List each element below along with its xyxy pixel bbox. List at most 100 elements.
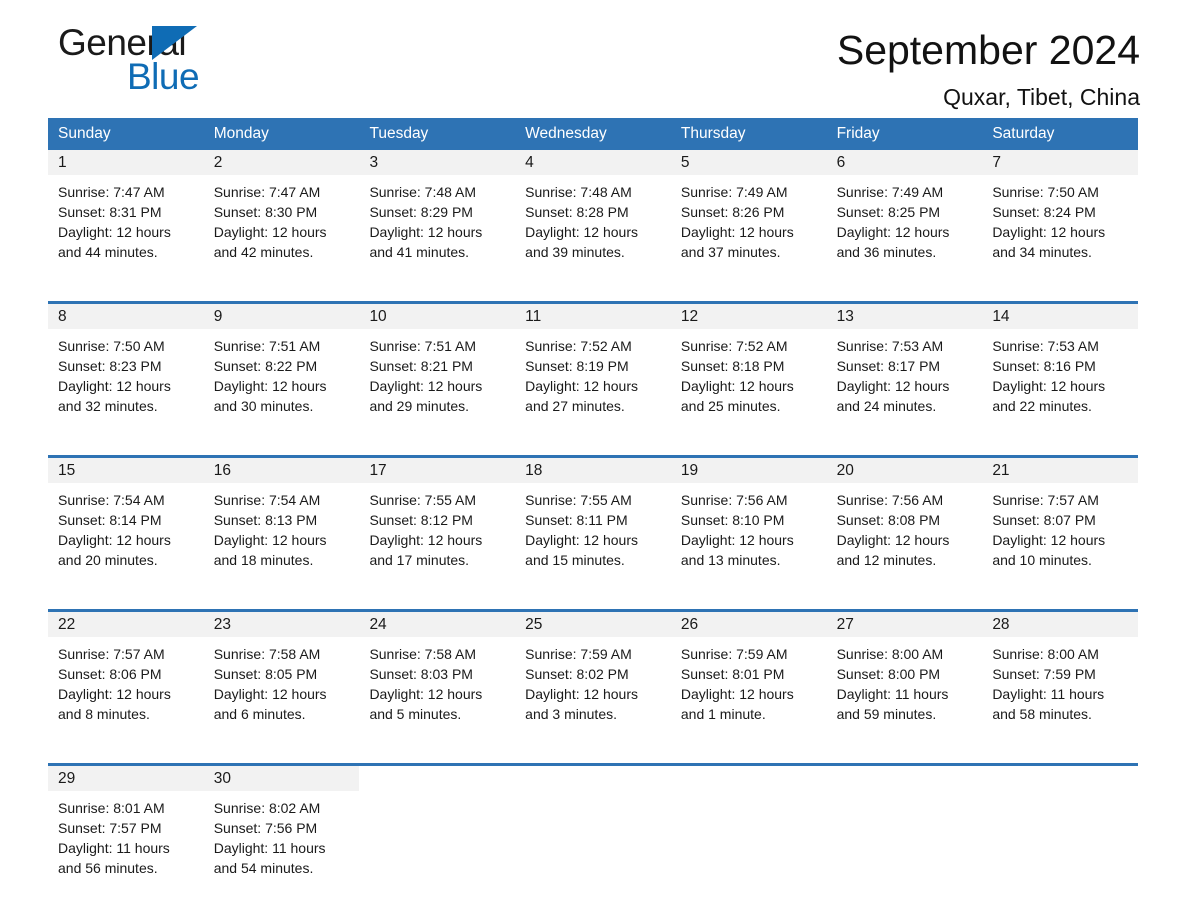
daylight-text: Daylight: 12 hours and 25 minutes.: [680, 378, 794, 414]
daylight-text: Daylight: 12 hours and 6 minutes.: [213, 686, 327, 722]
day-cell[interactable]: 30 Sunrise: 8:02 AM Sunset: 7:56 PM Dayl…: [203, 766, 360, 890]
day-cell[interactable]: 9 Sunrise: 7:51 AM Sunset: 8:22 PM Dayli…: [203, 304, 360, 428]
weekday-header-saturday: Saturday: [992, 125, 1055, 142]
sunrise-text: Sunrise: 7:51 AM: [369, 338, 477, 354]
day-cell[interactable]: 1 Sunrise: 7:47 AM Sunset: 8:31 PM Dayli…: [48, 150, 204, 274]
day-cell[interactable]: 12 Sunrise: 7:52 AM Sunset: 8:18 PM Dayl…: [670, 304, 827, 428]
day-cell[interactable]: 26 Sunrise: 7:59 AM Sunset: 8:01 PM Dayl…: [670, 612, 827, 736]
week-row: 8 Sunrise: 7:50 AM Sunset: 8:23 PM Dayli…: [48, 301, 1139, 428]
sunset-text: Sunset: 8:16 PM: [992, 358, 1096, 374]
day-number: 15: [48, 458, 204, 483]
weekday-header-thursday: Thursday: [680, 125, 746, 142]
sunrise-text: Sunrise: 7:54 AM: [213, 492, 321, 508]
day-cell[interactable]: 4 Sunrise: 7:48 AM Sunset: 8:28 PM Dayli…: [515, 150, 671, 274]
day-cell[interactable]: 13 Sunrise: 7:53 AM Sunset: 8:17 PM Dayl…: [826, 304, 983, 428]
day-details: Sunrise: 7:57 AM Sunset: 8:07 PM Dayligh…: [982, 483, 1138, 582]
day-cell[interactable]: 2 Sunrise: 7:47 AM Sunset: 8:30 PM Dayli…: [203, 150, 360, 274]
sunrise-text: Sunrise: 7:53 AM: [836, 338, 944, 354]
sunset-text: Sunset: 8:05 PM: [213, 666, 318, 682]
day-number: 4: [515, 150, 671, 175]
day-cell[interactable]: 24 Sunrise: 7:58 AM Sunset: 8:03 PM Dayl…: [359, 612, 516, 736]
week-spacer: [48, 582, 1138, 609]
day-cell[interactable]: 21 Sunrise: 7:57 AM Sunset: 8:07 PM Dayl…: [982, 458, 1139, 582]
day-number: 29: [48, 766, 204, 791]
sunset-text: Sunset: 8:29 PM: [369, 204, 473, 220]
day-cell[interactable]: 22 Sunrise: 7:57 AM Sunset: 8:06 PM Dayl…: [48, 612, 204, 736]
week-row: 29 Sunrise: 8:01 AM Sunset: 7:57 PM Dayl…: [48, 763, 1139, 890]
sunrise-text: Sunrise: 8:01 AM: [58, 800, 165, 816]
day-details: Sunrise: 7:51 AM Sunset: 8:22 PM Dayligh…: [204, 329, 360, 428]
day-cell[interactable]: 8 Sunrise: 7:50 AM Sunset: 8:23 PM Dayli…: [48, 304, 204, 428]
daylight-text: Daylight: 12 hours and 34 minutes.: [992, 224, 1106, 260]
calendar-page: General Blue September 2024 Quxar, Tibet…: [0, 0, 1188, 918]
day-number: 12: [670, 304, 827, 329]
week-row: 22 Sunrise: 7:57 AM Sunset: 8:06 PM Dayl…: [48, 609, 1139, 736]
day-number: 13: [826, 304, 983, 329]
day-cell[interactable]: 29 Sunrise: 8:01 AM Sunset: 7:57 PM Dayl…: [48, 766, 204, 890]
day-details: Sunrise: 7:54 AM Sunset: 8:13 PM Dayligh…: [204, 483, 360, 582]
week-spacer: [48, 428, 1138, 455]
page-title: September 2024: [836, 27, 1140, 73]
sunset-text: Sunset: 8:24 PM: [992, 204, 1096, 220]
day-number: 30: [203, 766, 360, 791]
day-details: Sunrise: 7:57 AM Sunset: 8:06 PM Dayligh…: [48, 637, 204, 736]
day-cell[interactable]: 19 Sunrise: 7:56 AM Sunset: 8:10 PM Dayl…: [670, 458, 827, 582]
day-cell[interactable]: 15 Sunrise: 7:54 AM Sunset: 8:14 PM Dayl…: [48, 458, 204, 582]
day-cell[interactable]: 14 Sunrise: 7:53 AM Sunset: 8:16 PM Dayl…: [982, 304, 1139, 428]
day-number: 17: [359, 458, 516, 483]
day-cell[interactable]: 27 Sunrise: 8:00 AM Sunset: 8:00 PM Dayl…: [826, 612, 983, 736]
day-details: Sunrise: 7:58 AM Sunset: 8:05 PM Dayligh…: [204, 637, 360, 736]
day-cell[interactable]: 20 Sunrise: 7:56 AM Sunset: 8:08 PM Dayl…: [826, 458, 983, 582]
sunset-text: Sunset: 8:01 PM: [680, 666, 785, 682]
day-number: 9: [203, 304, 360, 329]
brand-name-blue: Blue: [127, 56, 200, 97]
weekday-header-row: Sunday Monday Tuesday Wednesday Thursday…: [48, 118, 1138, 150]
day-cell[interactable]: 5 Sunrise: 7:49 AM Sunset: 8:26 PM Dayli…: [670, 150, 827, 274]
sunrise-text: Sunrise: 7:55 AM: [369, 492, 477, 508]
day-number: 11: [515, 304, 671, 329]
daylight-text: Daylight: 12 hours and 13 minutes.: [680, 532, 794, 568]
sunset-text: Sunset: 8:02 PM: [525, 666, 629, 682]
day-number: 7: [982, 150, 1139, 175]
week-row: 1 Sunrise: 7:47 AM Sunset: 8:31 PM Dayli…: [48, 150, 1139, 274]
week-row: 15 Sunrise: 7:54 AM Sunset: 8:14 PM Dayl…: [48, 455, 1139, 582]
daylight-text: Daylight: 12 hours and 39 minutes.: [525, 224, 638, 260]
sunset-text: Sunset: 8:23 PM: [58, 358, 162, 374]
daylight-text: Daylight: 12 hours and 27 minutes.: [525, 378, 638, 414]
day-cell[interactable]: 10 Sunrise: 7:51 AM Sunset: 8:21 PM Dayl…: [359, 304, 516, 428]
daylight-text: Daylight: 12 hours and 18 minutes.: [213, 532, 327, 568]
sunset-text: Sunset: 8:21 PM: [369, 358, 473, 374]
sunset-text: Sunset: 8:12 PM: [369, 512, 473, 528]
day-cell[interactable]: 3 Sunrise: 7:48 AM Sunset: 8:29 PM Dayli…: [359, 150, 516, 274]
day-details: Sunrise: 8:00 AM Sunset: 7:59 PM Dayligh…: [982, 637, 1138, 736]
day-cell[interactable]: 25 Sunrise: 7:59 AM Sunset: 8:02 PM Dayl…: [515, 612, 671, 736]
day-number: 22: [48, 612, 204, 637]
sunset-text: Sunset: 8:13 PM: [213, 512, 318, 528]
day-cell[interactable]: 23 Sunrise: 7:58 AM Sunset: 8:05 PM Dayl…: [203, 612, 360, 736]
day-details: Sunrise: 7:48 AM Sunset: 8:28 PM Dayligh…: [515, 175, 671, 274]
daylight-text: Daylight: 12 hours and 22 minutes.: [992, 378, 1106, 414]
day-cell[interactable]: 11 Sunrise: 7:52 AM Sunset: 8:19 PM Dayl…: [515, 304, 671, 428]
week-spacer: [48, 274, 1138, 301]
sunset-text: Sunset: 8:17 PM: [836, 358, 941, 374]
sunrise-text: Sunrise: 7:50 AM: [58, 338, 165, 354]
day-cell[interactable]: 6 Sunrise: 7:49 AM Sunset: 8:25 PM Dayli…: [826, 150, 983, 274]
sunset-text: Sunset: 8:22 PM: [213, 358, 318, 374]
day-number: [982, 766, 1139, 791]
day-cell[interactable]: 18 Sunrise: 7:55 AM Sunset: 8:11 PM Dayl…: [515, 458, 671, 582]
day-cell-empty: [515, 766, 671, 890]
day-number: 27: [826, 612, 983, 637]
day-cell[interactable]: 28 Sunrise: 8:00 AM Sunset: 7:59 PM Dayl…: [982, 612, 1139, 736]
sunrise-text: Sunrise: 7:48 AM: [369, 184, 477, 200]
sunset-text: Sunset: 8:10 PM: [680, 512, 785, 528]
day-cell[interactable]: 16 Sunrise: 7:54 AM Sunset: 8:13 PM Dayl…: [203, 458, 360, 582]
day-cell[interactable]: 7 Sunrise: 7:50 AM Sunset: 8:24 PM Dayli…: [982, 150, 1139, 274]
page-header: General Blue September 2024 Quxar, Tibet…: [48, 0, 1140, 118]
day-details: Sunrise: 7:53 AM Sunset: 8:17 PM Dayligh…: [827, 329, 983, 428]
brand-logo[interactable]: General Blue: [48, 14, 348, 97]
sunset-text: Sunset: 8:30 PM: [213, 204, 318, 220]
day-details: Sunrise: 7:50 AM Sunset: 8:23 PM Dayligh…: [48, 329, 204, 428]
daylight-text: Daylight: 12 hours and 29 minutes.: [369, 378, 483, 414]
daylight-text: Daylight: 12 hours and 15 minutes.: [525, 532, 638, 568]
day-cell[interactable]: 17 Sunrise: 7:55 AM Sunset: 8:12 PM Dayl…: [359, 458, 516, 582]
